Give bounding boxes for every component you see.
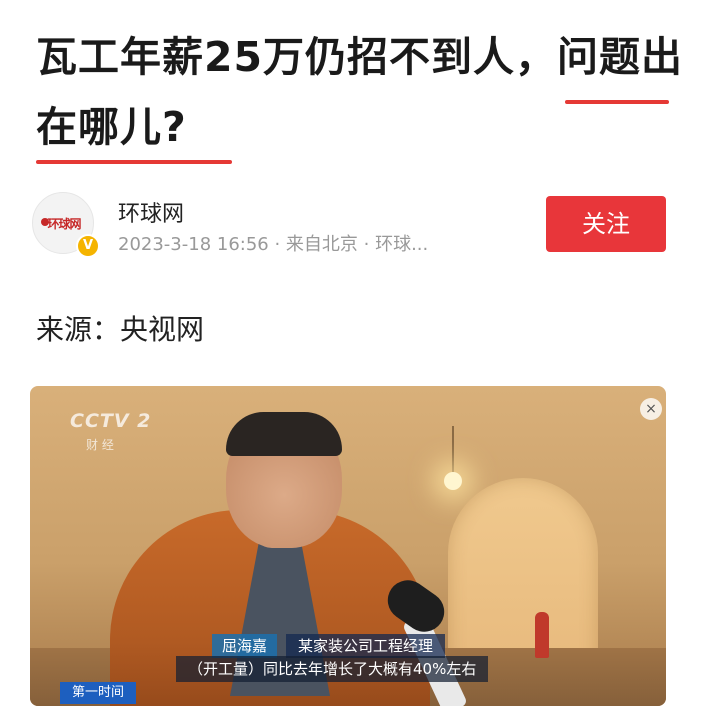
ceiling-lamp [444,472,462,490]
channel-tag: 财 经 [86,438,114,452]
fire-extinguisher [535,612,549,658]
lamp-cord [452,426,454,472]
author-bar: 环球网 V 环球网 2023-3-18 16:56 · 来自北京 · 环球...… [32,192,672,258]
caption-name: 屈海嘉 [212,634,278,658]
author-meta: 2023-3-18 16:56 · 来自北京 · 环球... [118,234,429,255]
cctv-logo: CCTV 2 [70,410,152,432]
video-player[interactable]: CCTV 2 财 经 × 屈海嘉 某家装公司工程经理 （开工量）同比去年增长了大… [30,386,666,706]
article-title: 瓦工年薪25万仍招不到人，问题出在哪儿? [36,33,684,151]
title-underline-2 [36,160,232,164]
follow-button[interactable]: 关注 [546,196,666,252]
caption-role: 某家装公司工程经理 [286,634,446,658]
program-tag: 第一时间 [60,682,137,704]
close-icon[interactable]: × [640,398,662,420]
verified-badge-icon: V [76,234,100,258]
avatar-logo-text: 环球网 [47,217,81,231]
author-name[interactable]: 环球网 [118,196,184,228]
title-underline-1 [565,100,669,104]
article-source: 来源：央视网 [36,313,205,346]
caption-subtitle: （开工量）同比去年增长了大概有40%左右 [176,656,489,682]
person-hair [226,412,342,456]
